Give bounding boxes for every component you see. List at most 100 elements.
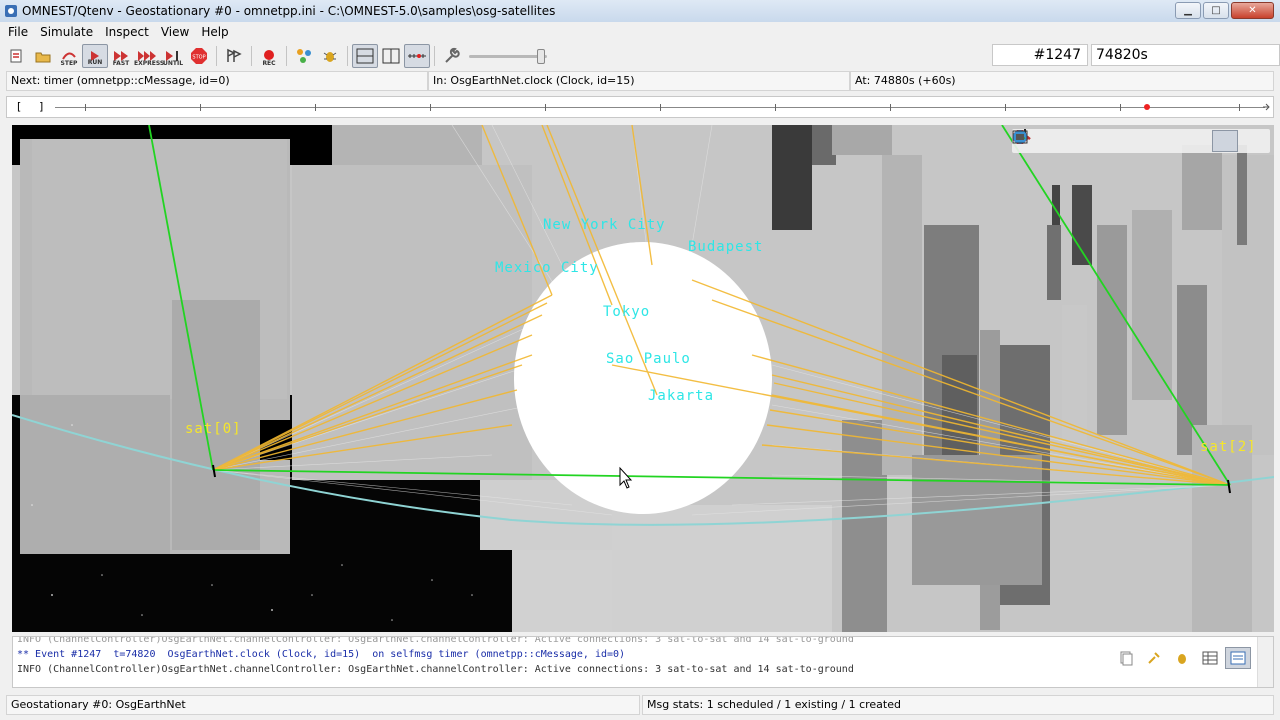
rotate-ccw-button[interactable] (1013, 130, 1126, 152)
timeline-tick (85, 104, 86, 111)
stop-icon: STOP (191, 47, 207, 64)
toolbar-separator (286, 45, 287, 66)
view-mode-button[interactable] (1012, 130, 1266, 152)
satellite-label-sat0: sat[0] (185, 421, 242, 437)
messages-view-button[interactable] (1197, 647, 1223, 669)
go-up-button[interactable] (1015, 130, 1098, 152)
module-status: Geostationary #0: OsgEarthNet (6, 695, 640, 715)
copy-icon (1120, 651, 1133, 666)
menu-simulate[interactable]: Simulate (34, 25, 99, 39)
view-mode-icon (1012, 130, 1028, 144)
timeline-icon (408, 53, 426, 58)
log-view-icon (1230, 651, 1246, 665)
toolbar-separator (216, 45, 217, 66)
wrench-icon (445, 47, 460, 63)
log-line: INFO (ChannelController)OsgEarthNet.chan… (17, 664, 854, 675)
log-toolbar (1113, 647, 1251, 669)
table-icon (1202, 651, 1218, 665)
timeline[interactable]: [ ] (6, 96, 1274, 118)
timeline-tick (660, 104, 661, 111)
menu-file[interactable]: File (2, 25, 34, 39)
city-label-mexico-city: Mexico City (495, 260, 599, 276)
timeline-tick (430, 104, 431, 111)
fast-button[interactable]: FAST (108, 44, 134, 68)
filter-log-button[interactable] (1169, 647, 1195, 669)
timeline-tick (775, 104, 776, 111)
svg-text:STOP: STOP (192, 54, 205, 60)
toolbar-separator (347, 45, 348, 66)
scene-canvas (12, 125, 1274, 632)
maximize-button[interactable]: □ (1203, 2, 1229, 19)
omnest-app-icon (5, 5, 17, 17)
menu-view[interactable]: View (155, 25, 195, 39)
globe-view-button[interactable] (1013, 130, 1238, 152)
timeline-toggle-button[interactable] (404, 43, 430, 68)
toolbar-separator (434, 45, 435, 66)
find-icon (1148, 652, 1160, 664)
refresh-button[interactable] (1014, 129, 1210, 152)
timeline-tick (1239, 104, 1240, 111)
rebuild-network-icon (10, 49, 22, 62)
message-stats: Msg stats: 1 scheduled / 1 existing / 1 … (642, 695, 1274, 715)
next-event-status: Next: timer (omnetpp::cMessage, id=0) (6, 71, 428, 91)
event-number-display: #1247 (992, 44, 1088, 66)
menu-help[interactable]: Help (195, 25, 234, 39)
slider-track (469, 54, 547, 58)
debug-next-event-button[interactable] (317, 44, 343, 68)
city-label-jakarta: Jakarta (648, 388, 715, 404)
run-button[interactable]: RUN (82, 43, 108, 68)
menu-bar: File Simulate Inspect View Help (0, 22, 1280, 42)
menu-inspect[interactable]: Inspect (99, 25, 155, 39)
debug-bug-icon (323, 51, 337, 62)
split-horizontal-icon (356, 48, 374, 63)
find-objects-icon (297, 48, 311, 63)
status-row: Next: timer (omnetpp::cMessage, id=0) In… (0, 71, 1280, 92)
toolbar-separator (251, 45, 252, 66)
rebuild-network-button[interactable] (4, 44, 30, 68)
timeline-left-bracket: [ (17, 100, 22, 113)
split-vertical-icon (382, 48, 400, 63)
log-event-line: ** Event #1247 t=74820 OsgEarthNet.clock… (17, 649, 626, 660)
city-label-tokyo: Tokyo (603, 304, 651, 320)
find-objects-button[interactable] (291, 44, 317, 68)
timeline-tick (545, 104, 546, 111)
timeline-tick (200, 104, 201, 111)
close-button[interactable]: ✕ (1231, 2, 1274, 19)
log-scrollbar[interactable] (1257, 637, 1273, 687)
city-label-budapest: Budapest (688, 239, 764, 255)
osg-3d-viewport[interactable]: New York City Budapest Mexico City Tokyo… (12, 125, 1274, 632)
finish-flags-icon (227, 48, 242, 62)
filter-bug-icon (1178, 654, 1186, 664)
step-button[interactable]: STEP (56, 44, 82, 68)
finish-button[interactable] (221, 44, 247, 68)
express-button[interactable]: EXPRESS (134, 44, 164, 68)
until-button[interactable]: UNTIL (160, 44, 186, 68)
timeline-arrow-icon (1263, 103, 1270, 111)
satellite-label-sat2: sat[2] (1200, 439, 1257, 455)
at-time-status: At: 74880s (+60s) (850, 71, 1274, 91)
log-view-button[interactable] (1225, 647, 1251, 669)
preferences-button[interactable] (439, 44, 465, 68)
slider-thumb[interactable] (537, 48, 545, 64)
log-pane[interactable]: INFO (ChannelController)OsgEarthNet.chan… (12, 636, 1274, 688)
osg-stop-button[interactable] (1013, 130, 1182, 152)
animation-speed-slider[interactable] (469, 46, 547, 66)
stop-button[interactable]: STOP (186, 44, 212, 68)
timeline-event-marker (1143, 104, 1150, 110)
osg-view-toolbar (1012, 129, 1270, 153)
load-config-button[interactable] (30, 44, 56, 68)
record-button[interactable]: REC (256, 44, 282, 68)
copy-log-button[interactable] (1113, 647, 1139, 669)
simulation-time-display: 74820s (1091, 44, 1280, 66)
timeline-right-bracket: ] (39, 100, 44, 113)
bottom-status-bar: Geostationary #0: OsgEarthNet Msg stats:… (0, 694, 1280, 716)
layout-vertical-button[interactable] (378, 44, 404, 68)
find-log-button[interactable] (1141, 647, 1167, 669)
forward-button[interactable] (1015, 130, 1070, 152)
layout-horizontal-button[interactable] (352, 43, 378, 68)
minimize-button[interactable]: ▁ (1175, 2, 1201, 19)
rotate-cw-button[interactable] (1013, 130, 1154, 152)
open-folder-icon (35, 52, 51, 62)
title-bar: OMNEST/Qtenv - Geostationary #0 - omnetp… (0, 0, 1280, 22)
city-label-new-york: New York City (543, 217, 666, 233)
